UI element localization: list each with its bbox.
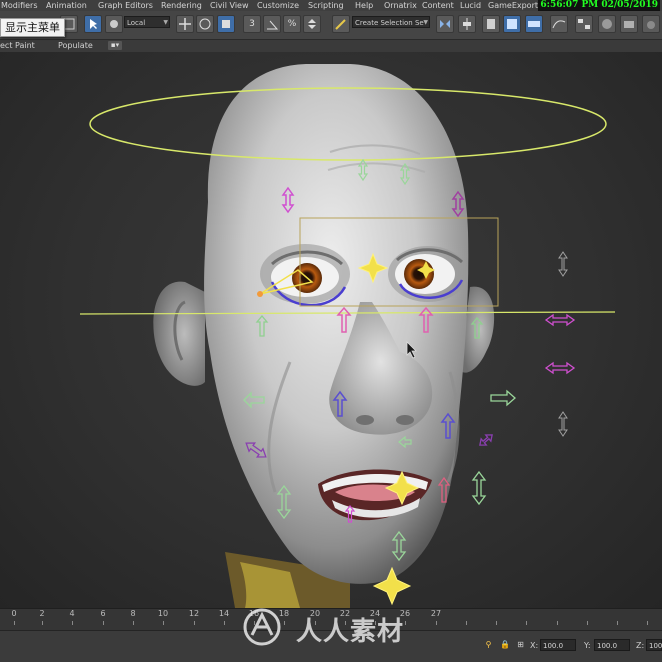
material-editor-icon[interactable] xyxy=(598,15,616,33)
menu-animation[interactable]: Animation xyxy=(46,0,87,11)
coord-system-value: Local xyxy=(127,19,146,27)
x-coord-label: X: xyxy=(530,641,539,650)
angle-snap-icon[interactable] xyxy=(263,15,281,33)
show-main-menu-tooltip: 显示主菜单 xyxy=(0,18,65,37)
ribbon-options-icon[interactable]: ▪▾ xyxy=(108,41,122,50)
left-nostril xyxy=(356,415,374,425)
watermark-text: 人人素材 xyxy=(296,617,405,647)
render-frame-icon[interactable] xyxy=(642,15,660,33)
viewport-scene xyxy=(79,64,616,608)
timeline-frame-label: 4 xyxy=(69,609,75,618)
menu-graph-editors[interactable]: Graph Editors xyxy=(98,0,153,11)
menu-scripting[interactable]: Scripting xyxy=(308,0,344,11)
tab-populate[interactable]: Populate xyxy=(58,40,93,52)
key-icon[interactable]: ⚲ xyxy=(484,640,493,649)
percent-snap-icon[interactable]: % xyxy=(283,15,301,33)
control-arrow-purple[interactable] xyxy=(477,432,494,448)
timeline-frame-label: 27 xyxy=(430,609,442,618)
menu-civil-view[interactable]: Civil View xyxy=(210,0,249,11)
select-object-icon[interactable] xyxy=(84,15,102,33)
y-coord-field[interactable]: 100.0 xyxy=(594,639,630,651)
lock-selection-icon[interactable]: 🔒 xyxy=(500,640,510,649)
menu-modifiers[interactable]: Modifiers xyxy=(1,0,38,11)
select-by-name-icon[interactable] xyxy=(105,15,123,33)
timeline-frame-label: 6 xyxy=(100,609,106,618)
scene-explorer-icon[interactable] xyxy=(503,15,521,33)
menu-rendering[interactable]: Rendering xyxy=(161,0,202,11)
timeline-frame-label: 8 xyxy=(130,609,136,618)
snap-toggle-icon[interactable]: 3 xyxy=(243,15,261,33)
edit-named-selection-icon[interactable] xyxy=(332,15,350,33)
right-nostril xyxy=(396,415,414,425)
x-coord-field[interactable]: 100.0 xyxy=(540,639,576,651)
watermark-logo: 人人素材 xyxy=(240,607,430,647)
selection-set-value: Create Selection Se xyxy=(355,19,424,27)
clock-readout: 6:56:07 PM 02/05/2019 xyxy=(538,0,660,11)
3dsmax-window: Modifiers Animation Graph Editors Render… xyxy=(0,0,662,662)
control-arrow-pink-horizontal[interactable] xyxy=(544,361,576,375)
control-arrow-green[interactable] xyxy=(471,470,487,506)
percent-snap-label: % xyxy=(287,19,297,29)
menu-ornatrix[interactable]: Ornatrix xyxy=(384,0,417,11)
menu-customize[interactable]: Customize xyxy=(257,0,299,11)
timeline-frame-label: 0 xyxy=(11,609,17,618)
menu-help[interactable]: Help xyxy=(355,0,373,11)
control-arrow-gray[interactable] xyxy=(558,251,568,277)
z-coord-field[interactable]: 100.0 xyxy=(646,639,662,651)
right-iris xyxy=(404,259,434,289)
named-selection-set-dropdown[interactable]: Create Selection Se ▼ xyxy=(352,16,430,28)
snap-label: 3 xyxy=(249,19,255,29)
layer-manager-icon[interactable] xyxy=(482,15,500,33)
spinner-snap-icon[interactable] xyxy=(303,15,321,33)
y-coord-label: Y: xyxy=(584,641,591,650)
menu-lucid[interactable]: Lucid xyxy=(460,0,481,11)
z-coord-label: Z: xyxy=(636,641,645,650)
watermark-emblem-icon xyxy=(243,608,281,646)
align-icon[interactable] xyxy=(458,15,476,33)
select-rotate-icon[interactable] xyxy=(196,15,214,33)
render-setup-icon[interactable] xyxy=(620,15,638,33)
timeline-frame-label: 2 xyxy=(39,609,45,618)
timeline-frame-label: 10 xyxy=(157,609,169,618)
control-arrow-pink-horizontal[interactable] xyxy=(544,313,576,327)
timeline-frame-label: 12 xyxy=(188,609,200,618)
curve-editor-icon[interactable] xyxy=(550,15,568,33)
select-scale-icon[interactable] xyxy=(217,15,235,33)
schematic-view-icon[interactable] xyxy=(575,15,593,33)
ribbon-toggle-icon[interactable] xyxy=(525,15,543,33)
reference-coord-system-dropdown[interactable]: Local ▼ xyxy=(124,16,170,28)
control-arrow-gray[interactable] xyxy=(558,411,568,437)
left-ear xyxy=(153,281,205,386)
chevron-down-icon: ▼ xyxy=(163,19,168,26)
control-arrow-green-right[interactable] xyxy=(490,389,516,407)
mirror-icon[interactable] xyxy=(436,15,454,33)
main-toolbar: Local ▼ 3 % Create Selection Se ▼ xyxy=(0,11,662,40)
timeline-frame-label: 14 xyxy=(218,609,230,618)
select-move-icon[interactable] xyxy=(176,15,194,33)
chevron-down-icon: ▼ xyxy=(423,19,428,26)
menu-content[interactable]: Content xyxy=(422,0,454,11)
absolute-mode-icon[interactable]: ⊞ xyxy=(516,640,525,649)
tab-object-paint[interactable]: ect Paint xyxy=(0,40,35,52)
perspective-viewport[interactable] xyxy=(0,52,662,608)
